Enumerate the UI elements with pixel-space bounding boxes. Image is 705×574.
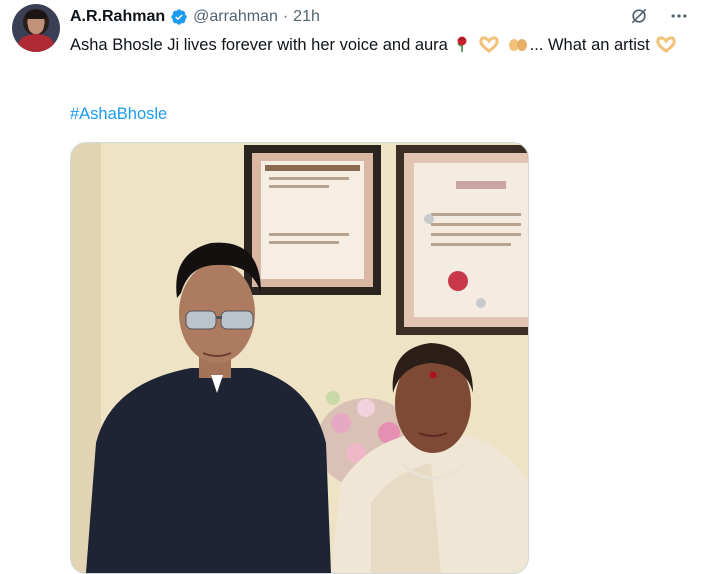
tweet-header: A.R.Rahman @arrahman · 21h xyxy=(70,6,320,28)
tweet-photo[interactable] xyxy=(70,142,529,574)
avatar-shirt xyxy=(18,34,54,52)
author-handle[interactable]: @arrahman xyxy=(193,8,278,26)
avatar-hair xyxy=(26,10,46,19)
more-options-icon[interactable] xyxy=(669,6,689,26)
heart-hands-emoji-2 xyxy=(655,35,677,60)
verified-badge-icon[interactable] xyxy=(170,8,188,26)
post-time[interactable]: 21h xyxy=(293,8,320,26)
tweet-text-part1: Asha Bhosle Ji lives forever with her vo… xyxy=(70,36,448,54)
photo-illustration xyxy=(71,143,528,573)
separator-dot: · xyxy=(282,8,289,25)
tweet-actions xyxy=(629,6,689,26)
grok-icon[interactable] xyxy=(629,6,649,26)
heart-hands-emoji xyxy=(478,35,500,60)
author-avatar[interactable] xyxy=(12,4,60,52)
palms-up-emoji xyxy=(507,35,529,60)
tweet-card[interactable]: A.R.Rahman @arrahman · 21h Asha Bhosle J… xyxy=(0,0,705,574)
tweet-text-part2: ... What an artist xyxy=(529,36,650,54)
hashtag-link[interactable]: #AshaBhosle xyxy=(70,105,167,124)
rose-emoji xyxy=(453,35,471,60)
author-name[interactable]: A.R.Rahman xyxy=(70,8,165,26)
tweet-text: Asha Bhosle Ji lives forever with her vo… xyxy=(70,33,692,60)
